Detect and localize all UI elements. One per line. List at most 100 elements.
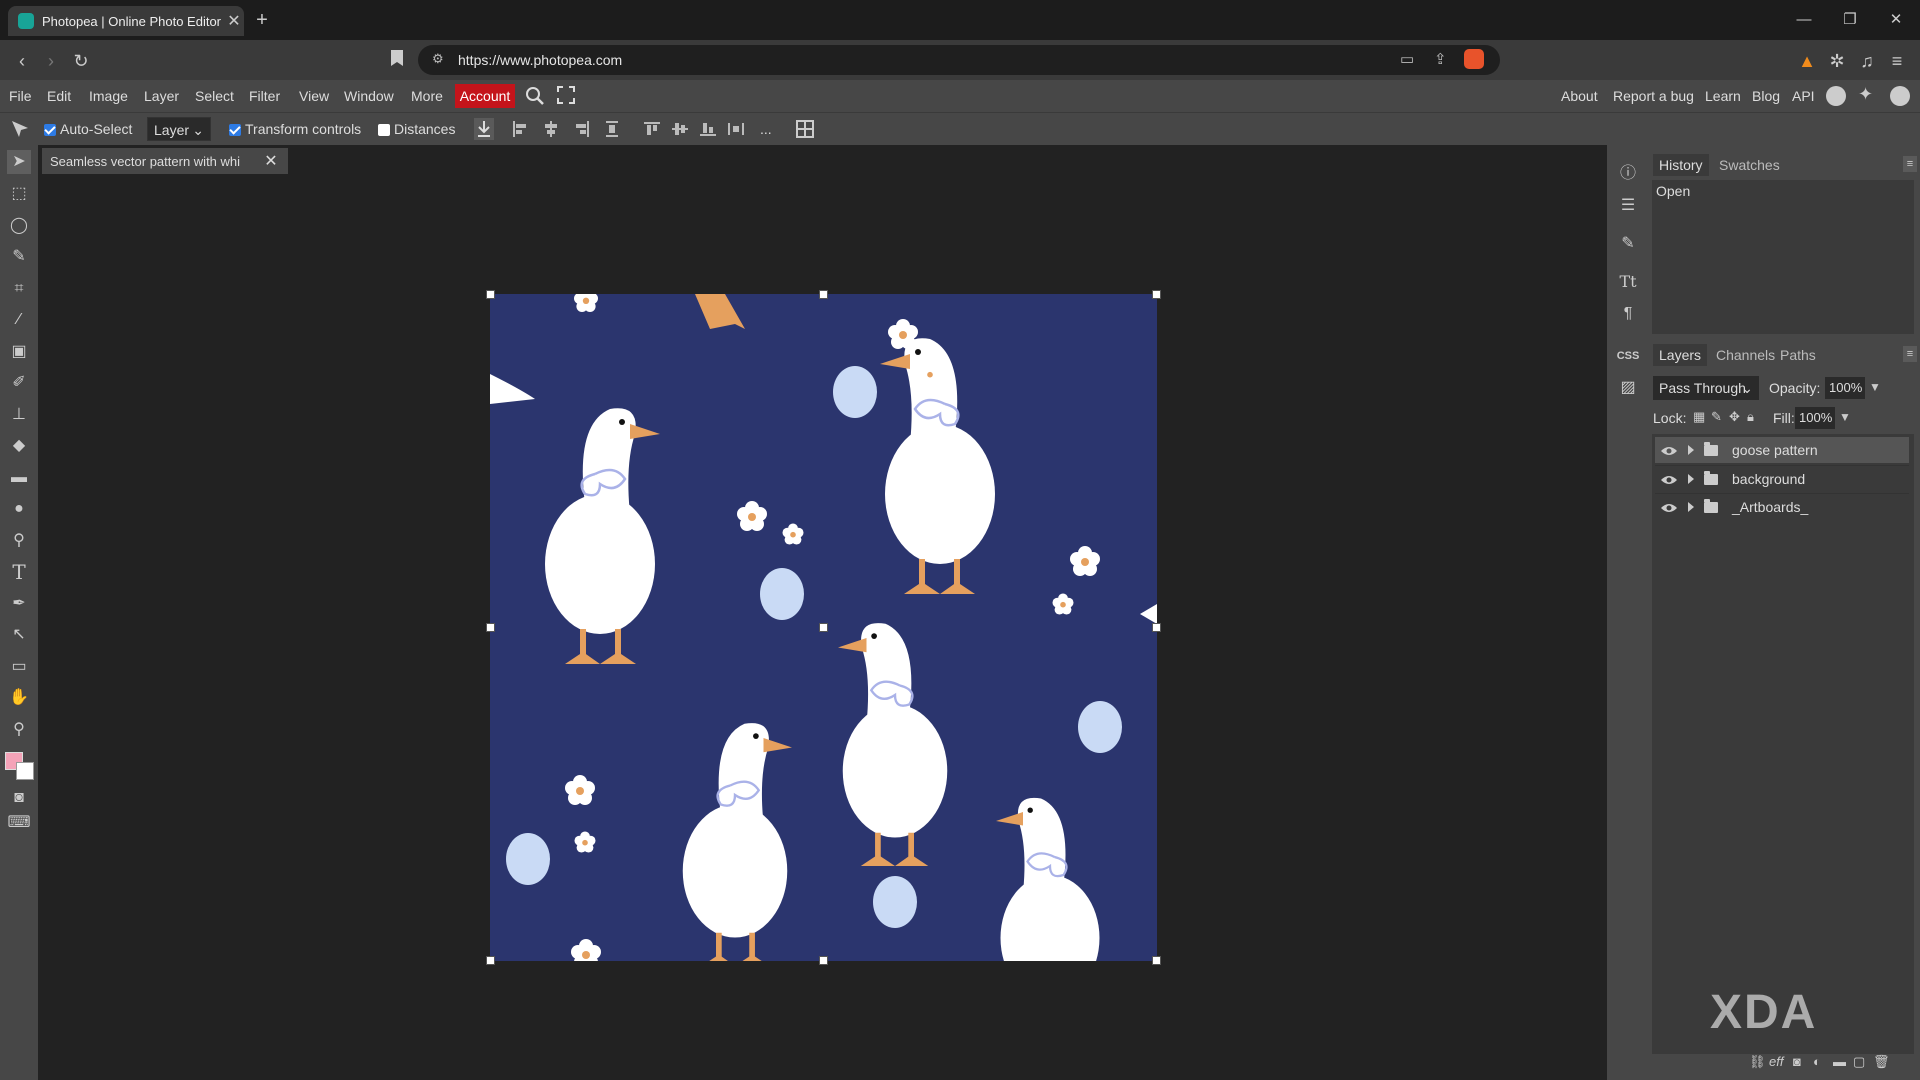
delete-layer-icon[interactable]: 🗑︎	[1873, 1054, 1890, 1070]
reload-icon[interactable]: ↻	[68, 48, 94, 74]
close-tab-icon[interactable]: ✕	[224, 11, 244, 31]
link-learn[interactable]: Learn	[1705, 88, 1741, 104]
menu-image[interactable]: Image	[89, 88, 128, 104]
link-layers-icon[interactable]: ⛓	[1749, 1054, 1766, 1070]
layer-mask-icon[interactable]: ◙	[1793, 1054, 1801, 1069]
lasso-tool-icon[interactable]: ◯	[7, 214, 31, 238]
close-document-icon[interactable]: ✕	[258, 151, 284, 171]
path-select-tool-icon[interactable]: ↖	[7, 623, 31, 647]
address-bar[interactable]: ⚙ https://www.photopea.com ▭ ⇪	[418, 45, 1500, 75]
auto-select-target-dropdown[interactable]: Layer ⌄	[147, 117, 211, 141]
layer-effects-icon[interactable]: eff	[1769, 1054, 1783, 1069]
transform-handle-left[interactable]	[486, 623, 495, 632]
twitter-icon[interactable]: ✦	[1858, 84, 1873, 105]
blur-tool-icon[interactable]: ●	[7, 497, 31, 521]
transform-handle-bottom-right[interactable]	[1152, 956, 1161, 965]
cast-icon[interactable]: ▭	[1400, 50, 1414, 68]
crop-tool-icon[interactable]: ⌗	[7, 277, 31, 301]
visibility-eye-icon[interactable]	[1660, 501, 1678, 513]
gradient-tool-icon[interactable]: ▬	[7, 466, 31, 490]
new-tab-icon[interactable]: +	[250, 8, 274, 32]
eyedropper-tool-icon[interactable]: ⁄	[7, 308, 31, 332]
layers-panel-menu-icon[interactable]: ≡	[1903, 346, 1917, 362]
layer-row-artboards[interactable]: _Artboards_	[1655, 493, 1909, 520]
lock-pixels-icon[interactable]: ✎	[1711, 409, 1722, 425]
search-icon[interactable]	[525, 86, 547, 106]
brush-settings-icon[interactable]: ✎	[1616, 232, 1640, 256]
quick-mask-icon[interactable]: ◙	[7, 786, 31, 810]
download-icon[interactable]	[474, 118, 494, 140]
bookmark-icon[interactable]	[384, 48, 410, 74]
align-center-h-icon[interactable]	[543, 121, 559, 137]
menu-select[interactable]: Select	[195, 88, 234, 104]
transform-handle-top[interactable]	[819, 290, 828, 299]
link-blog[interactable]: Blog	[1752, 88, 1780, 104]
new-layer-icon[interactable]: ▢	[1853, 1054, 1865, 1070]
distances-checkbox[interactable]: Distances	[378, 121, 455, 137]
transform-handle-center[interactable]	[819, 623, 828, 632]
marquee-tool-icon[interactable]: ⬚	[7, 182, 31, 206]
tab-swatches[interactable]: Swatches	[1719, 157, 1780, 173]
auto-select-checkbox[interactable]: Auto-Select	[44, 121, 132, 137]
opacity-input[interactable]: 100%	[1825, 377, 1865, 399]
blend-mode-dropdown[interactable]: Pass Through ⌄	[1653, 376, 1759, 400]
keyboard-icon[interactable]: ⌨	[7, 811, 31, 835]
expand-group-icon[interactable]	[1688, 445, 1694, 455]
lock-all-icon[interactable]: 🔒︎	[1747, 409, 1754, 425]
link-api[interactable]: API	[1792, 88, 1815, 104]
fullscreen-icon[interactable]	[557, 86, 577, 106]
dodge-tool-icon[interactable]: ⚲	[7, 529, 31, 553]
site-settings-icon[interactable]: ⚙	[432, 51, 444, 67]
share-icon[interactable]: ⇪	[1434, 50, 1447, 68]
restore-window-icon[interactable]: ❐	[1830, 8, 1870, 32]
distribute-v-icon[interactable]	[728, 121, 744, 137]
quick-select-tool-icon[interactable]: ✎	[7, 245, 31, 269]
fill-input[interactable]: 100%	[1795, 407, 1835, 429]
facebook-icon[interactable]	[1890, 86, 1910, 106]
reddit-icon[interactable]	[1826, 86, 1846, 106]
menu-file[interactable]: File	[9, 88, 32, 104]
paragraph-icon[interactable]: ¶	[1616, 302, 1640, 326]
rectangle-tool-icon[interactable]: ▭	[7, 655, 31, 679]
media-icon[interactable]: ♫	[1854, 48, 1880, 74]
browser-tab[interactable]: Photopea | Online Photo Editor ✕	[8, 6, 244, 36]
align-bottom-icon[interactable]	[700, 121, 716, 137]
tab-channels[interactable]: Channels	[1716, 347, 1775, 363]
lock-position-icon[interactable]: ✥	[1729, 409, 1740, 425]
transform-controls-checkbox[interactable]: Transform controls	[229, 121, 361, 137]
fill-dropdown-icon[interactable]: ▼	[1839, 410, 1851, 424]
clone-stamp-tool-icon[interactable]: ⊥	[7, 403, 31, 427]
character-icon[interactable]: Tt	[1616, 270, 1640, 294]
align-top-icon[interactable]	[644, 121, 660, 137]
info-icon[interactable]: ⓘ	[1616, 162, 1640, 186]
layer-row-goose-pattern[interactable]: goose pattern	[1655, 437, 1909, 463]
healing-tool-icon[interactable]: ▣	[7, 340, 31, 364]
transform-handle-bottom[interactable]	[819, 956, 828, 965]
extensions-icon[interactable]: ✲	[1824, 48, 1850, 74]
tab-paths[interactable]: Paths	[1780, 347, 1816, 363]
background-color-swatch[interactable]	[16, 762, 34, 780]
new-group-icon[interactable]: ▬	[1833, 1054, 1846, 1069]
visibility-eye-icon[interactable]	[1660, 444, 1678, 456]
transform-handle-right[interactable]	[1152, 623, 1161, 632]
close-window-icon[interactable]: ✕	[1876, 8, 1916, 32]
properties-icon[interactable]: ☰	[1616, 194, 1640, 218]
image-panel-icon[interactable]: ▨	[1616, 376, 1640, 400]
more-align-options[interactable]: ...	[760, 121, 772, 137]
link-report-bug[interactable]: Report a bug	[1613, 88, 1694, 104]
align-right-icon[interactable]	[574, 121, 590, 137]
distribute-h-icon[interactable]	[604, 121, 620, 137]
expand-group-icon[interactable]	[1688, 474, 1694, 484]
layer-row-background[interactable]: background	[1655, 465, 1909, 492]
document-tab[interactable]: Seamless vector pattern with whi ✕	[42, 148, 288, 174]
css-icon[interactable]: CSS	[1616, 344, 1640, 368]
pen-tool-icon[interactable]: ✒	[7, 592, 31, 616]
visibility-eye-icon[interactable]	[1660, 473, 1678, 485]
move-tool-icon[interactable]: ➤	[7, 150, 31, 174]
zoom-tool-icon[interactable]: ⚲	[7, 718, 31, 742]
transform-handle-bottom-left[interactable]	[486, 956, 495, 965]
adjustment-layer-icon[interactable]: ◐	[1813, 1054, 1821, 1069]
menu-edit[interactable]: Edit	[47, 88, 71, 104]
align-middle-v-icon[interactable]	[672, 121, 688, 137]
tab-history[interactable]: History	[1653, 154, 1709, 176]
